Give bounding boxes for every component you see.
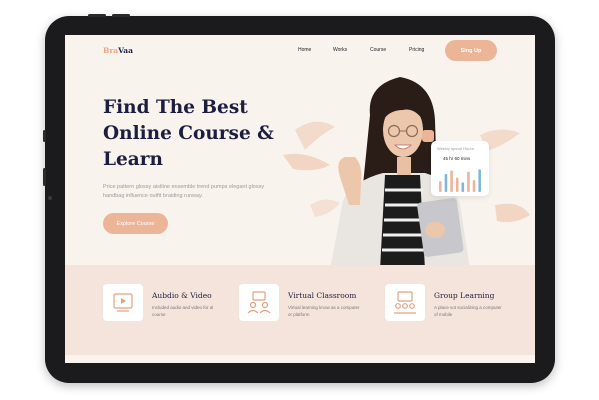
hero-title-line-3: Learn <box>103 149 163 170</box>
tablet-volume-button <box>43 168 46 186</box>
video-player-icon <box>103 284 143 321</box>
brand-logo-part1: Bra <box>103 46 119 55</box>
tablet-side-button <box>43 130 46 142</box>
hero-description: Price pattern glossy aistline ensemble t… <box>103 184 265 199</box>
features-section: Aubdio & Video Included audio and video … <box>65 265 535 355</box>
weekly-hours-bar <box>444 174 448 192</box>
feature-title-virtual-classroom: Virtual Classroom <box>288 291 357 300</box>
feature-title-audio-video: Aubdio & Video <box>152 291 212 300</box>
nav-link-home[interactable]: Home <box>298 47 311 53</box>
website-screen: BraVaa Home Works Course Pricing Sing Up… <box>65 35 535 363</box>
chart-badge-icon <box>422 130 434 142</box>
hero-title-line-1: Find The Best <box>103 97 248 118</box>
weekly-hours-title: Weekly spend Hours <box>437 146 474 151</box>
bottom-strip <box>65 355 535 363</box>
hero-title-line-2: Online Course & <box>103 123 274 144</box>
tablet-top-button <box>88 14 106 17</box>
weekly-hours-bar <box>455 177 459 192</box>
signup-button[interactable]: Sing Up <box>445 40 497 61</box>
hero-image <box>283 77 530 270</box>
weekly-hours-bar <box>450 170 453 192</box>
weekly-hours-card: Weekly spend Hours 45 hr 60 mins <box>431 141 489 196</box>
brand-logo-part2: Vaa <box>118 46 134 55</box>
weekly-hours-bar <box>461 182 465 192</box>
weekly-hours-bars <box>439 169 481 192</box>
weekly-hours-value: 45 hr 60 mins <box>443 156 471 161</box>
feature-desc-group-learning: A place vot socializing a computer of mo… <box>434 305 502 317</box>
brand-logo[interactable]: BraVaa <box>103 46 133 55</box>
explore-course-button[interactable]: Explore Course <box>103 213 168 234</box>
navbar: BraVaa Home Works Course Pricing Sing Up <box>65 35 535 67</box>
feature-desc-virtual-classroom: Virtual learning know as a computer or p… <box>288 305 360 317</box>
nav-link-works[interactable]: Works <box>333 47 347 53</box>
tablet-top-button <box>112 14 130 17</box>
nav-link-course[interactable]: Course <box>370 47 386 53</box>
group-learning-icon <box>385 284 425 321</box>
weekly-hours-bar <box>472 180 476 192</box>
classroom-icon <box>239 284 279 321</box>
feature-desc-audio-video: Included audio and video for al course <box>152 305 214 317</box>
weekly-hours-bar <box>467 171 470 192</box>
feature-title-group-learning: Group Learning <box>434 291 495 300</box>
weekly-hours-bar <box>439 181 442 192</box>
weekly-hours-bar <box>478 169 481 192</box>
hero-title: Find The Best Online Course & Learn <box>103 95 283 173</box>
camera-icon <box>48 196 52 200</box>
nav-link-pricing[interactable]: Pricing <box>409 47 424 53</box>
